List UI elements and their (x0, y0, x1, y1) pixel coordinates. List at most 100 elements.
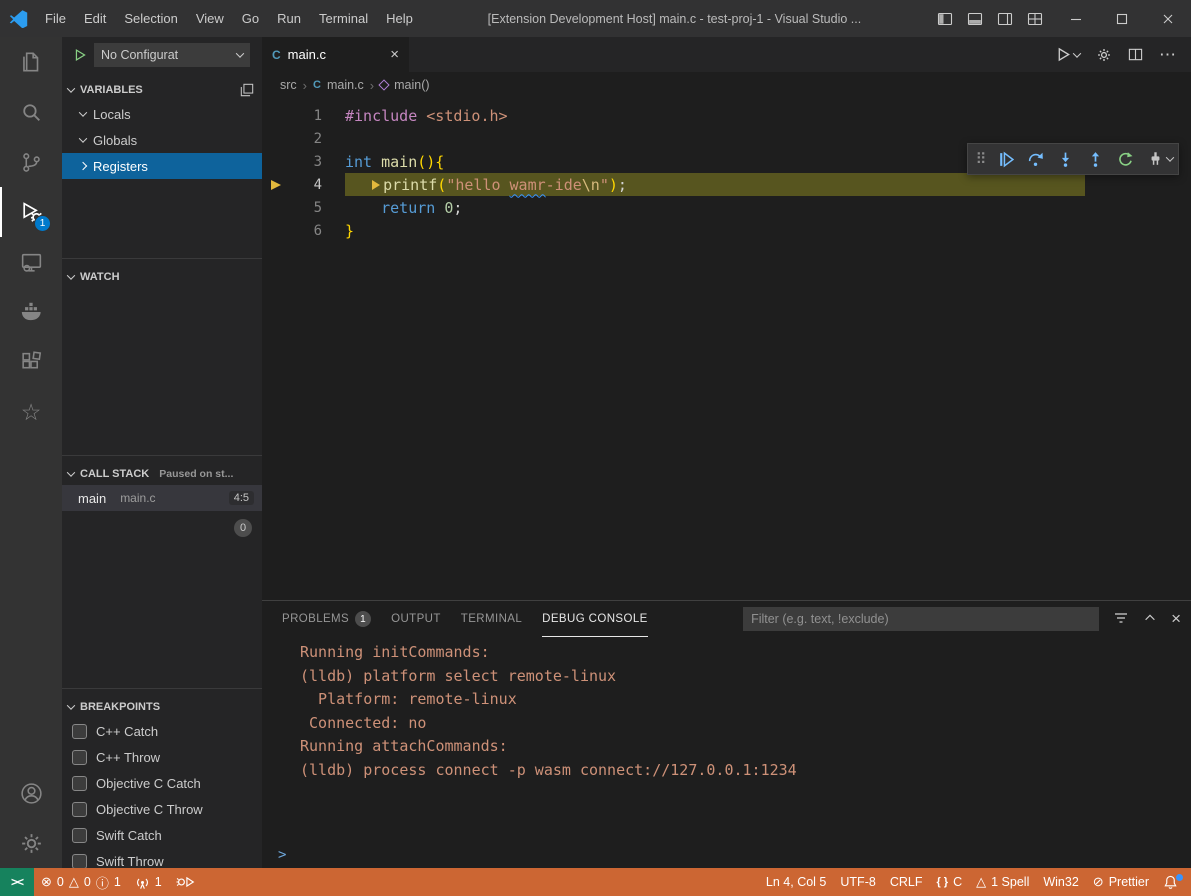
settings-gear-icon[interactable] (0, 818, 62, 868)
variables-item-globals[interactable]: Globals (62, 127, 262, 153)
source-control-icon[interactable] (0, 137, 62, 187)
restart-button[interactable] (1111, 145, 1139, 173)
breakpoint-checkbox[interactable] (72, 802, 87, 817)
breakpoints-header[interactable]: BREAKPOINTS (62, 696, 262, 718)
step-into-button[interactable] (1051, 145, 1079, 173)
variables-section: VARIABLES LocalsGlobalsRegisters (62, 72, 262, 258)
menu-terminal[interactable]: Terminal (310, 0, 377, 37)
more-actions-button[interactable]: ⋯ (1159, 45, 1177, 65)
encoding-indicator[interactable]: UTF-8 (833, 868, 882, 896)
tab-main-c[interactable]: C main.c × (262, 37, 409, 72)
frame-position-badge: 4:5 (229, 491, 254, 505)
breakpoint-checkbox[interactable] (72, 776, 87, 791)
breakpoint-checkbox[interactable] (72, 828, 87, 843)
breakpoint-item-swift-catch[interactable]: Swift Catch (62, 822, 262, 848)
step-over-button[interactable] (1021, 145, 1049, 173)
breakpoint-item-c-throw[interactable]: C++ Throw (62, 744, 262, 770)
breakpoint-checkbox[interactable] (72, 750, 87, 765)
run-and-debug-icon[interactable]: 1 (0, 187, 62, 237)
menu-help[interactable]: Help (377, 0, 422, 37)
breadcrumb-symbol[interactable]: main() (394, 78, 429, 92)
menu-view[interactable]: View (187, 0, 233, 37)
braces-icon: { } (936, 876, 948, 888)
variables-header[interactable]: VARIABLES (62, 79, 262, 101)
toggle-secondary-sidebar-icon[interactable] (997, 11, 1013, 27)
toolbar-drag-handle[interactable]: ⠿ (973, 150, 989, 168)
breakpoint-gutter[interactable] (262, 180, 290, 190)
debug-alt-icon (176, 874, 196, 890)
maximize-button[interactable] (1099, 0, 1145, 37)
extensions-icon[interactable] (0, 337, 62, 387)
remote-icon: >< (11, 875, 23, 889)
maximize-panel-icon[interactable] (1143, 611, 1157, 628)
split-editor-button[interactable] (1128, 47, 1143, 62)
start-debugging-icon[interactable] (74, 48, 87, 62)
platform-indicator[interactable]: Win32 (1036, 868, 1085, 896)
accounts-icon[interactable] (0, 768, 62, 818)
panel-tab-output[interactable]: OUTPUT (391, 601, 441, 637)
menu-selection[interactable]: Selection (115, 0, 186, 37)
debug-toolbar: ⠿ (967, 143, 1179, 175)
search-icon[interactable] (0, 87, 62, 137)
watch-section: WATCH (62, 258, 262, 455)
breakpoint-label: Objective C Throw (96, 802, 203, 817)
explorer-icon[interactable] (0, 37, 62, 87)
cursor-position[interactable]: Ln 4, Col 5 (759, 868, 833, 896)
breakpoint-item-swift-throw[interactable]: Swift Throw (62, 848, 262, 868)
minimize-button[interactable] (1053, 0, 1099, 37)
toggle-primary-sidebar-icon[interactable] (937, 11, 953, 27)
line-number: 6 (290, 223, 322, 239)
run-or-debug-button[interactable] (1056, 47, 1080, 62)
panel-tab-debug-console[interactable]: DEBUG CONSOLE (542, 601, 648, 637)
eol-indicator[interactable]: CRLF (883, 868, 930, 896)
configure-gear-icon[interactable] (1096, 47, 1112, 63)
menu-edit[interactable]: Edit (75, 0, 115, 37)
breadcrumb-file[interactable]: main.c (327, 78, 364, 92)
filter-icon[interactable] (1113, 610, 1129, 629)
spell-checker-status[interactable]: △ 1 Spell (969, 868, 1036, 896)
language-mode[interactable]: { } C (929, 868, 969, 896)
breakpoint-item-c-catch[interactable]: C++ Catch (62, 718, 262, 744)
watch-title: WATCH (80, 271, 120, 283)
disconnect-button[interactable] (1141, 145, 1169, 173)
breakpoint-item-objective-c-throw[interactable]: Objective C Throw (62, 796, 262, 822)
prettier-status[interactable]: ⊘ Prettier (1086, 868, 1156, 896)
variables-item-registers[interactable]: Registers (62, 153, 262, 179)
breadcrumb-folder[interactable]: src (280, 78, 297, 92)
variables-item-locals[interactable]: Locals (62, 101, 262, 127)
breakpoint-item-objective-c-catch[interactable]: Objective C Catch (62, 770, 262, 796)
breakpoint-checkbox[interactable] (72, 724, 87, 739)
close-panel-icon[interactable]: × (1171, 609, 1181, 629)
debug-sessions-badge: 1 (34, 215, 51, 232)
variables-view-action-icon[interactable] (240, 83, 254, 97)
console-filter-input[interactable] (743, 607, 1099, 631)
panel-tab-problems[interactable]: PROBLEMS1 (282, 601, 371, 637)
menu-run[interactable]: Run (268, 0, 310, 37)
panel-tab-terminal[interactable]: TERMINAL (461, 601, 522, 637)
ports-indicator[interactable]: 1 (128, 868, 169, 896)
launch-config-dropdown[interactable]: No Configurat (94, 43, 250, 67)
customize-layout-icon[interactable] (1027, 11, 1043, 27)
breakpoint-label: Swift Throw (96, 854, 164, 869)
wamr-ide-star-icon[interactable]: ☆ (0, 387, 62, 437)
call-stack-header[interactable]: CALL STACK Paused on st... (62, 463, 262, 485)
docker-icon[interactable] (0, 287, 62, 337)
code-editor[interactable]: 1#include <stdio.h>23int main(){4 printf… (262, 98, 1191, 600)
close-window-button[interactable] (1145, 0, 1191, 37)
menu-go[interactable]: Go (233, 0, 268, 37)
menu-file[interactable]: File (36, 0, 75, 37)
watch-header[interactable]: WATCH (62, 266, 262, 288)
panel-tab-label: TERMINAL (461, 613, 522, 625)
breakpoint-checkbox[interactable] (72, 854, 87, 869)
continue-button[interactable] (991, 145, 1019, 173)
remote-explorer-icon[interactable] (0, 237, 62, 287)
debug-console-input[interactable]: > (262, 842, 1191, 868)
debug-status-item[interactable] (169, 868, 203, 896)
close-tab-icon[interactable]: × (390, 46, 399, 63)
problems-summary[interactable]: ⊗0 △0 ⓘ1 (34, 868, 128, 896)
toggle-panel-icon[interactable] (967, 11, 983, 27)
stack-frame-row[interactable]: main main.c 4:5 (62, 485, 262, 511)
notifications-bell[interactable] (1156, 868, 1185, 896)
remote-indicator[interactable]: >< (0, 868, 34, 896)
step-out-button[interactable] (1081, 145, 1109, 173)
